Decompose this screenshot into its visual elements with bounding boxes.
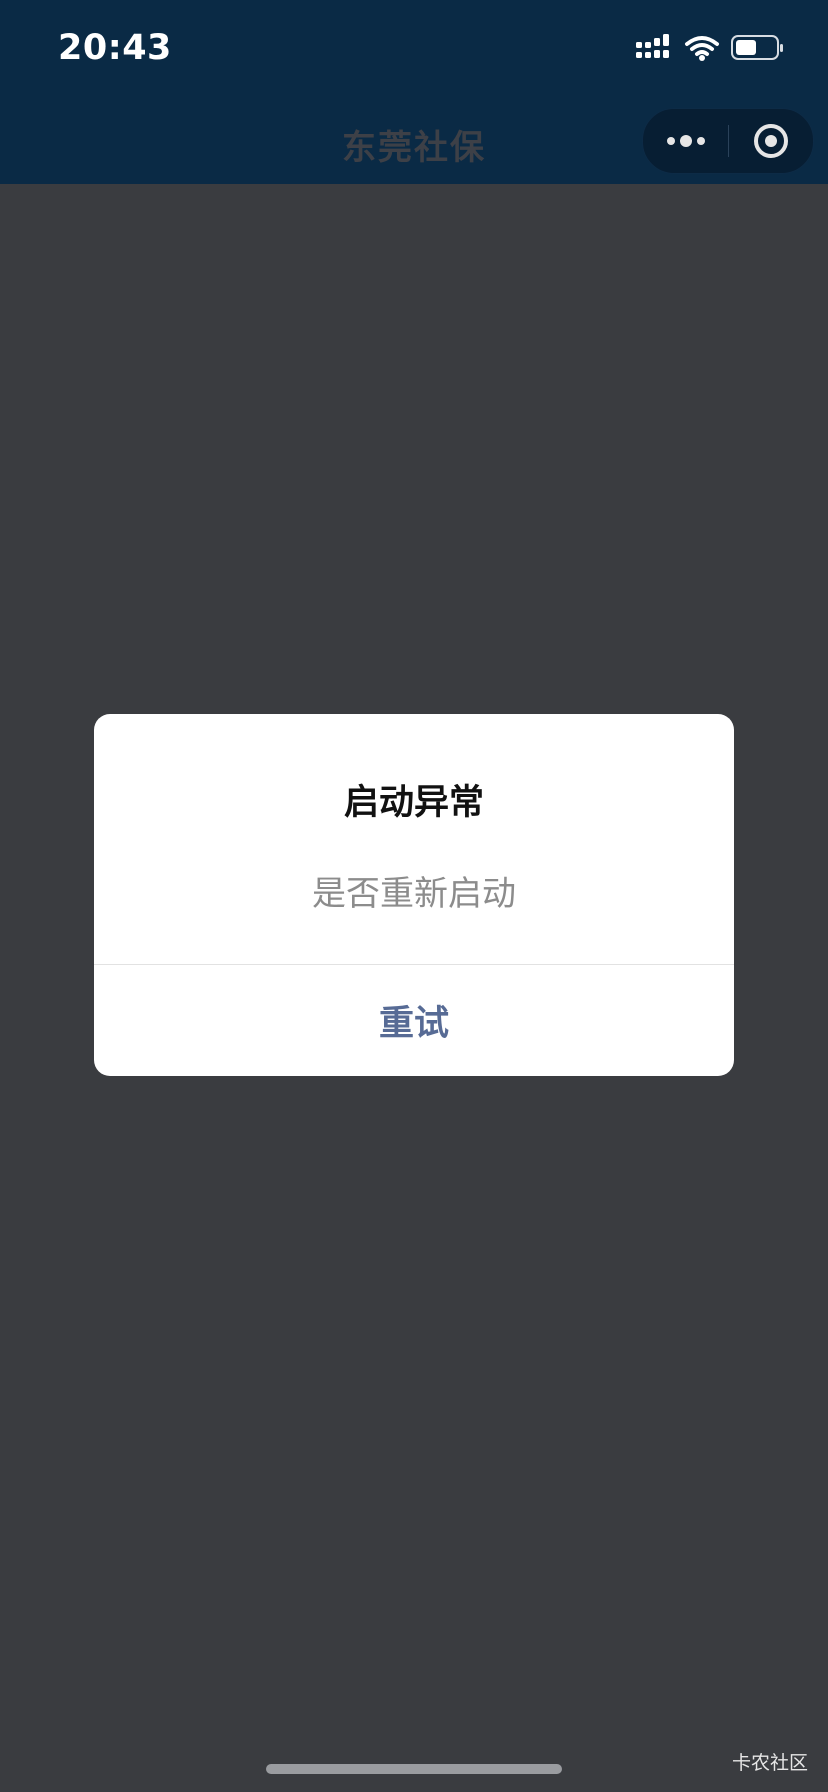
home-indicator[interactable] [266,1764,562,1774]
dialog-message: 是否重新启动 [312,874,516,914]
retry-button[interactable]: 重试 [94,965,734,1076]
nav-bar: 东莞社保 [0,96,828,184]
close-button[interactable] [729,109,813,173]
watermark: 卡农社区 [731,1752,808,1774]
close-target-icon [754,124,788,158]
status-icons [632,32,798,64]
miniprogram-capsule [642,108,814,174]
cellular-signal-icon [636,34,669,58]
error-dialog: 启动异常 是否重新启动 重试 [94,714,734,1076]
more-button[interactable] [643,109,728,173]
dialog-title: 启动异常 [343,783,484,823]
more-dots-icon [667,135,705,147]
status-time: 20:43 [58,28,172,68]
battery-icon [731,35,783,60]
wifi-icon [685,36,719,56]
status-bar: 20:43 [0,0,828,96]
